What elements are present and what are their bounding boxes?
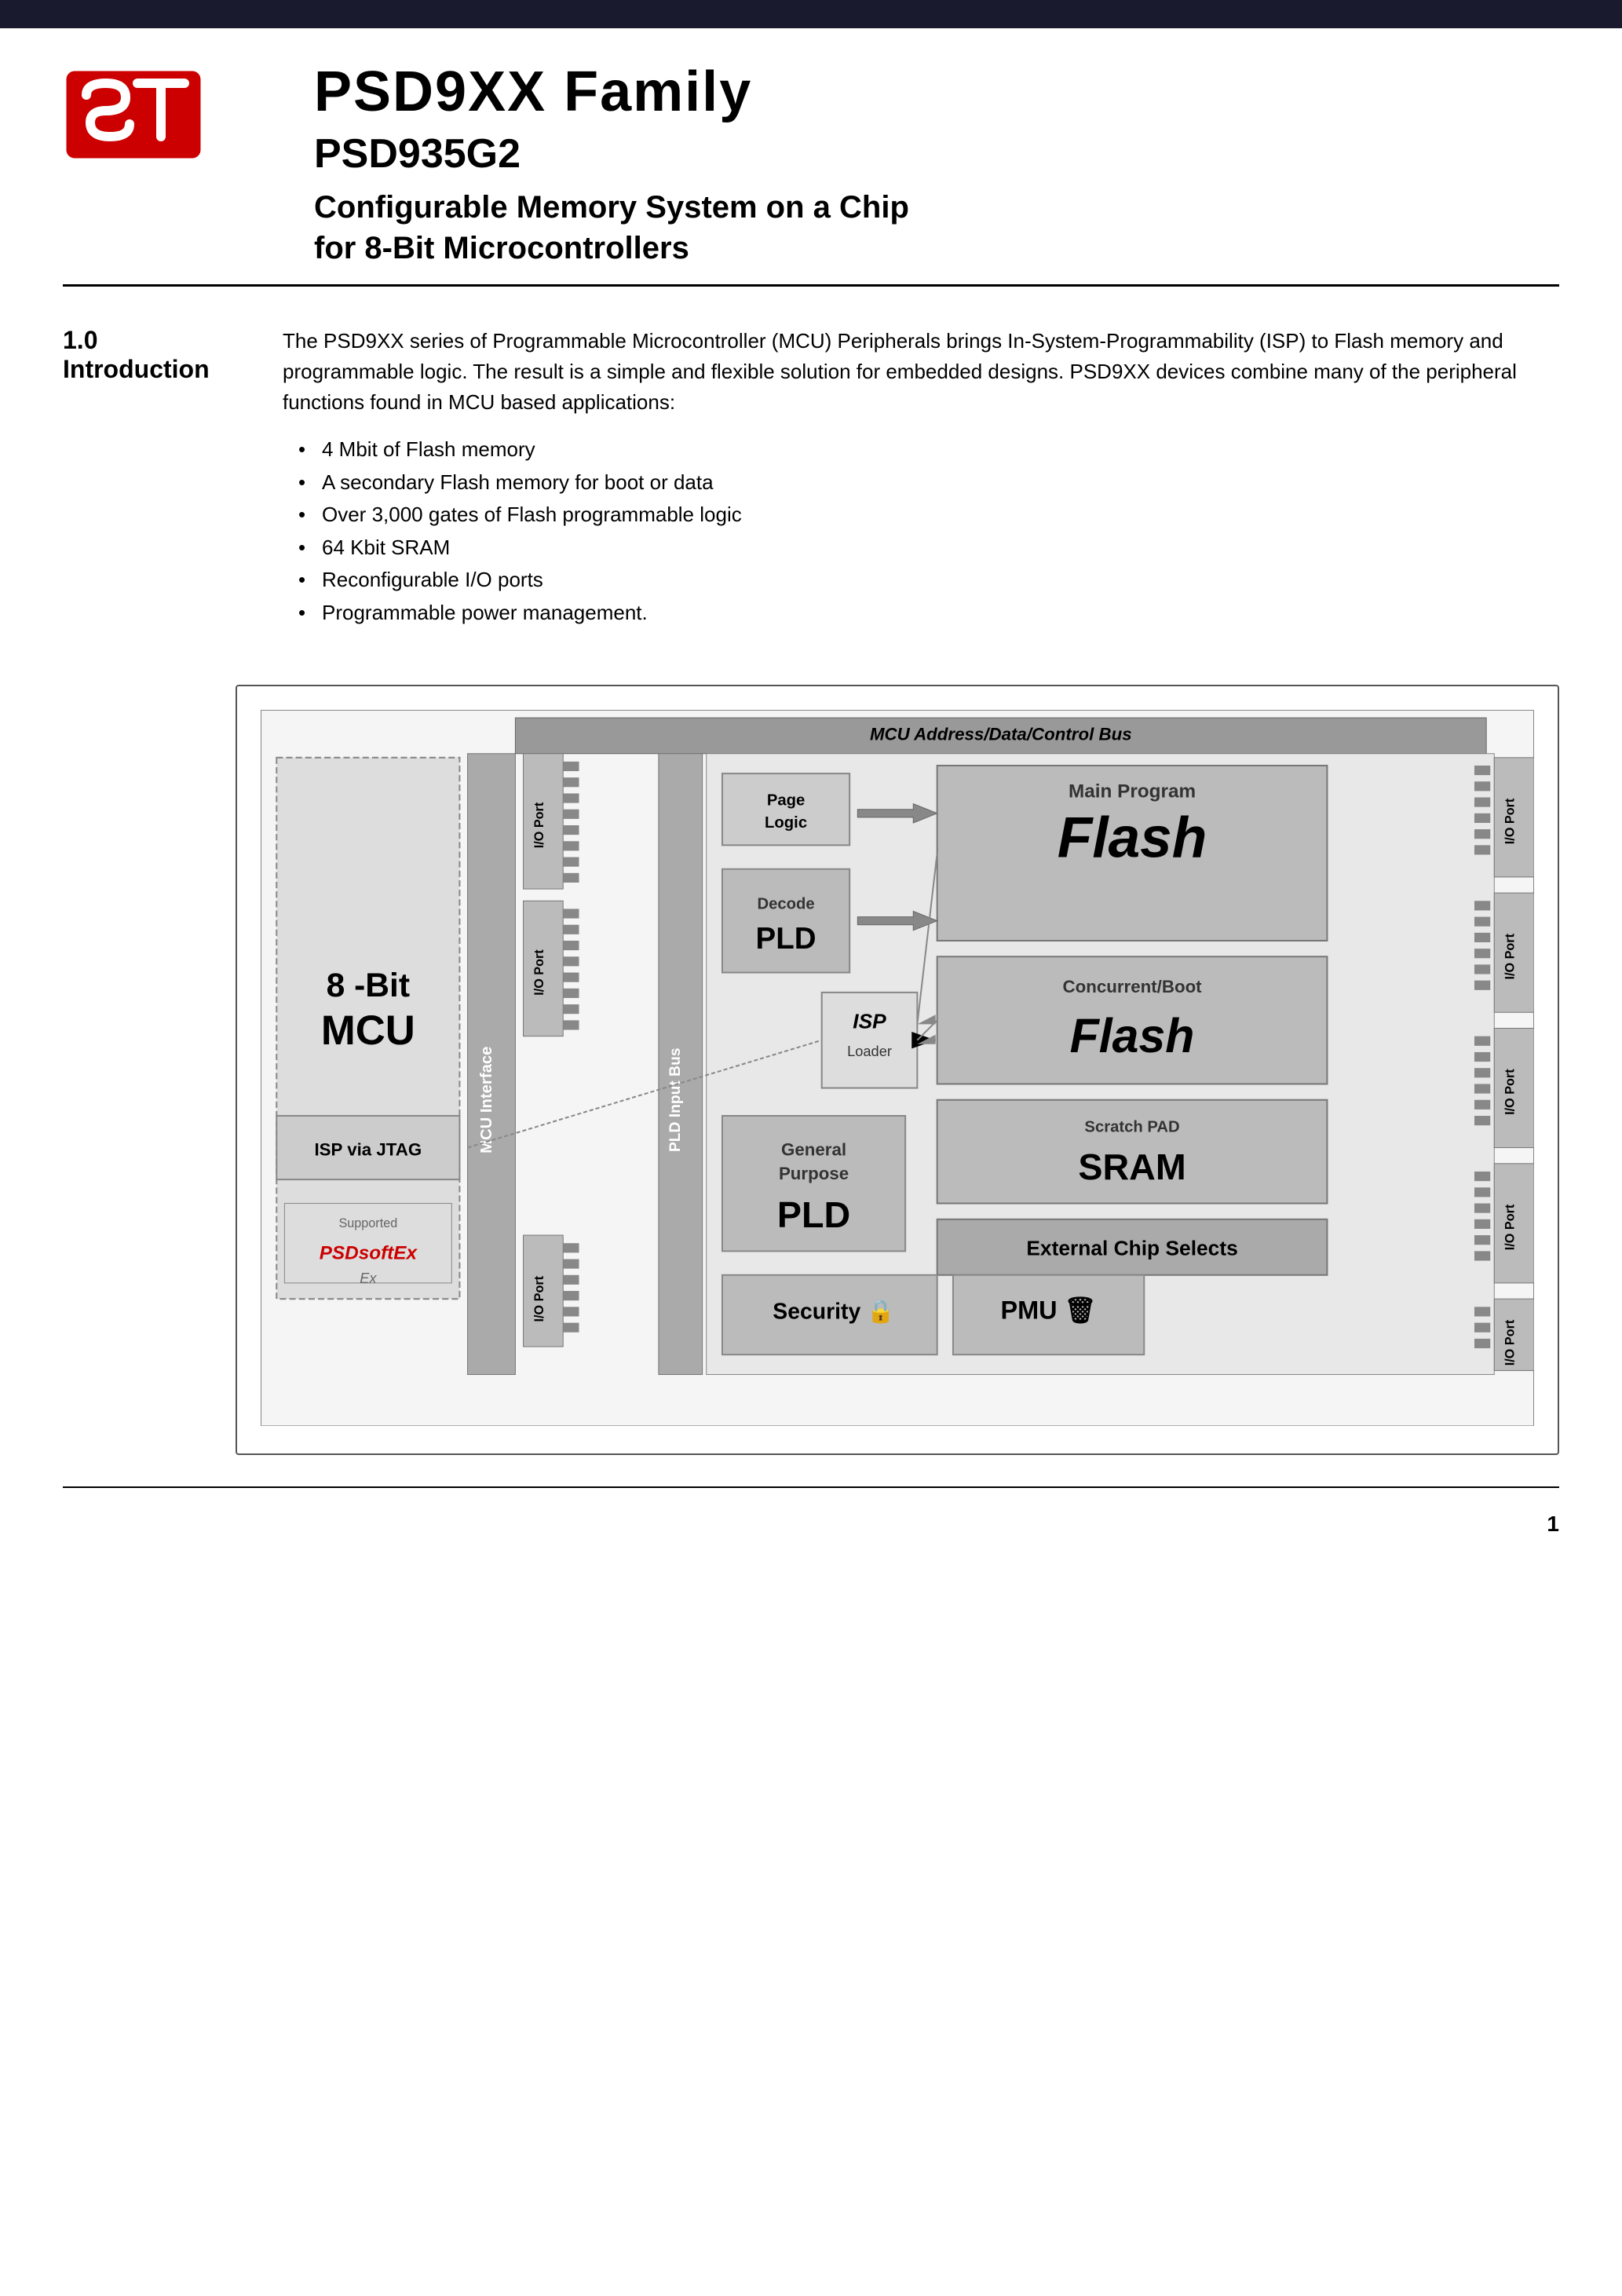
list-item: Programmable power management. [298,597,1559,630]
section-name: Introduction [63,355,236,384]
list-item: A secondary Flash memory for boot or dat… [298,466,1559,499]
section-body: The PSD9XX series of Programmable Microc… [283,326,1559,630]
title-area: PSD9XX Family PSD935G2 Configurable Memo… [251,60,1559,269]
desc-line2: for 8-Bit Microcontrollers [314,231,689,265]
list-item: Over 3,000 gates of Flash programmable l… [298,499,1559,532]
svg-text:I/O Port: I/O Port [532,1275,546,1322]
list-item: Reconfigurable I/O ports [298,564,1559,597]
page-number: 1 [1547,1512,1559,1537]
svg-text:External Chip Selects: External Chip Selects [1026,1236,1237,1260]
svg-text:I/O Port: I/O Port [1503,1068,1518,1114]
svg-text:SRAM: SRAM [1078,1146,1185,1187]
page-footer-row: 1 [0,1504,1622,1552]
bottom-rule [63,1486,1559,1488]
svg-text:Flash: Flash [1058,806,1207,869]
svg-text:General: General [781,1139,846,1159]
svg-text:MCU: MCU [321,1007,415,1053]
svg-text:I/O Port: I/O Port [1503,798,1518,844]
svg-text:ISP via JTAG: ISP via JTAG [314,1139,422,1159]
svg-text:MCU Interface: MCU Interface [478,1046,495,1153]
svg-text:8 -Bit: 8 -Bit [327,967,410,1004]
list-item: 4 Mbit of Flash memory [298,433,1559,466]
intro-paragraph: The PSD9XX series of Programmable Microc… [283,326,1559,418]
svg-text:MCU Address/Data/Control Bus: MCU Address/Data/Control Bus [870,724,1132,744]
svg-text:Loader: Loader [847,1043,892,1059]
section-number: 1.0 [63,326,236,355]
svg-text:Ex: Ex [360,1269,377,1285]
block-diagram-svg: MCU Address/Data/Control Bus 8 -Bit MCU … [261,710,1534,1426]
bullet-list: 4 Mbit of Flash memory A secondary Flash… [298,433,1559,630]
sub-title: PSD935G2 [314,130,1559,177]
svg-text:PMU 🗑: PMU 🗑 [1001,1296,1097,1324]
svg-text:I/O Port: I/O Port [532,949,546,995]
svg-text:Scratch PAD: Scratch PAD [1084,1118,1179,1135]
desc-line1: Configurable Memory System on a Chip [314,190,909,225]
svg-text:Decode: Decode [757,895,814,912]
svg-text:I/O Port: I/O Port [532,802,546,848]
section-label: 1.0 Introduction [63,326,236,630]
svg-text:Concurrent/Boot: Concurrent/Boot [1062,976,1202,996]
list-item: 64 Kbit SRAM [298,532,1559,565]
svg-text:PLD: PLD [756,922,816,956]
svg-text:Security 🔒: Security 🔒 [773,1299,894,1324]
svg-text:Purpose: Purpose [779,1164,849,1183]
desc-title: Configurable Memory System on a Chip for… [314,187,1559,269]
svg-text:PLD: PLD [777,1194,850,1235]
svg-text:ISP: ISP [853,1009,886,1033]
svg-text:Supported: Supported [338,1216,397,1230]
svg-text:PLD Input Bus: PLD Input Bus [667,1047,684,1152]
st-logo [63,68,204,162]
svg-text:Page: Page [767,792,805,809]
svg-text:Main Program: Main Program [1069,781,1196,802]
svg-text:PSDsoftEx: PSDsoftEx [320,1242,418,1263]
svg-text:I/O Port: I/O Port [1503,1319,1518,1366]
top-section: PSD9XX Family PSD935G2 Configurable Memo… [0,28,1622,284]
block-diagram-container: MCU Address/Data/Control Bus 8 -Bit MCU … [236,685,1559,1455]
logo-area [63,68,251,166]
header-bar [0,0,1622,28]
svg-text:I/O Port: I/O Port [1503,1204,1518,1250]
svg-text:I/O Port: I/O Port [1503,933,1518,979]
content-section: 1.0 Introduction The PSD9XX series of Pr… [0,287,1622,669]
main-title: PSD9XX Family [314,60,1559,124]
svg-text:Logic: Logic [765,814,807,832]
svg-text:Flash: Flash [1070,1008,1195,1062]
